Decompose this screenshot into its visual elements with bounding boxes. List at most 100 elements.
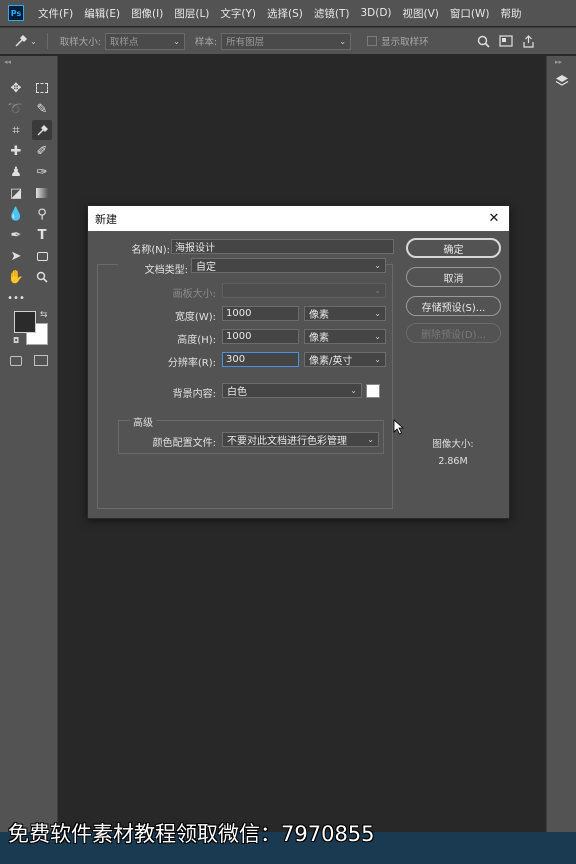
show-ring-checkbox[interactable] <box>367 36 378 46</box>
menu-view[interactable]: 视图(V) <box>403 6 439 21</box>
chevron-down-icon: ⌄ <box>339 36 347 46</box>
brush-tool-icon[interactable]: ✐ <box>32 141 52 161</box>
menu-filter[interactable]: 滤镜(T) <box>314 6 350 21</box>
watermark-text: 免费软件素材教程领取微信：7970855 <box>8 822 375 846</box>
marquee-tool-icon[interactable] <box>32 78 52 98</box>
rectangle-tool-icon[interactable] <box>32 246 52 266</box>
mouse-cursor-icon <box>393 419 405 439</box>
type-tool-icon[interactable]: T <box>32 225 52 245</box>
sample-dropdown[interactable]: 所有图层 ⌄ <box>221 32 352 50</box>
color-profile-label: 颜色配置文件: <box>152 438 216 449</box>
background-contents-label: 背景内容: <box>172 389 216 400</box>
blur-tool-icon[interactable]: 💧 <box>6 204 26 224</box>
clone-stamp-tool-icon[interactable]: ♟ <box>6 162 26 182</box>
chevron-down-icon: ⌄ <box>374 309 381 318</box>
swap-colors-icon[interactable]: ⇆ <box>40 310 48 320</box>
divider <box>46 33 48 49</box>
gradient-tool-icon[interactable] <box>32 183 52 203</box>
history-brush-tool-icon[interactable]: ✑ <box>32 162 52 182</box>
dodge-tool-icon[interactable]: ⚲ <box>32 204 52 224</box>
photoshop-logo[interactable]: Ps <box>8 5 24 21</box>
menu-window[interactable]: 窗口(W) <box>450 6 490 21</box>
eraser-tool-icon[interactable]: ◪ <box>6 183 26 203</box>
menu-select[interactable]: 选择(S) <box>267 6 303 21</box>
show-ring-label: 显示取样环 <box>381 37 429 48</box>
foreground-color-swatch[interactable] <box>14 311 36 333</box>
width-input[interactable]: 1000 <box>222 306 299 321</box>
chevron-down-icon: ⌄ <box>367 435 374 444</box>
color-profile-dropdown[interactable]: 不要对此文档进行色彩管理 ⌄ <box>222 432 379 447</box>
resolution-label: 分辨率(R): <box>167 358 216 369</box>
eyedropper-icon[interactable] <box>14 34 28 48</box>
document-type-dropdown[interactable]: 自定 ⌄ <box>191 258 386 273</box>
background-contents-value: 白色 <box>227 387 247 398</box>
healing-brush-tool-icon[interactable]: ✚ <box>6 141 26 161</box>
menu-edit[interactable]: 编辑(E) <box>84 6 120 21</box>
more-tools-icon[interactable]: ••• <box>6 288 26 308</box>
document-type-value: 自定 <box>196 262 216 273</box>
collapse-panel-icon[interactable]: ◂◂ <box>4 58 11 66</box>
move-tool-icon[interactable]: ✥ <box>6 78 26 98</box>
tools-panel: ◂◂ ✥ ➰ ✎ ⌗ ✚ ✐ ♟ ✑ ◪ 💧 ⚲ ✒ T ➤ ✋ ••• ⇆ ◘ <box>0 56 58 832</box>
menu-help[interactable]: 帮助 <box>501 6 522 21</box>
dialog-title: 新建 <box>95 212 117 226</box>
background-contents-dropdown[interactable]: 白色 ⌄ <box>222 383 362 398</box>
close-icon[interactable]: ✕ <box>485 209 503 227</box>
expand-panels-icon[interactable]: ▸▸ <box>555 58 562 66</box>
sample-size-dropdown[interactable]: 取样点 ⌄ <box>104 32 185 50</box>
menu-file[interactable]: 文件(F) <box>38 6 73 21</box>
sample-size-value: 取样点 <box>109 37 139 48</box>
resolution-unit-dropdown[interactable]: 像素/英寸 ⌄ <box>304 352 386 367</box>
width-unit-dropdown[interactable]: 像素 ⌄ <box>304 306 386 321</box>
document-type-label: 文档类型: <box>118 261 190 276</box>
menu-3d[interactable]: 3D(D) <box>360 7 391 19</box>
pen-tool-icon[interactable]: ✒ <box>6 225 26 245</box>
chevron-down-icon: ⌄ <box>173 36 180 46</box>
zoom-tool-icon[interactable] <box>32 267 52 287</box>
sample-label: 样本: <box>194 37 218 48</box>
options-bar: ⌄ 取样大小: 取样点 ⌄ 样本: 所有图层 ⌄ 显示取样环 <box>0 27 576 54</box>
cancel-button[interactable]: 取消 <box>406 267 501 287</box>
menu-image[interactable]: 图像(I) <box>131 6 163 21</box>
quick-mask-icon[interactable] <box>10 356 22 366</box>
menu-layer[interactable]: 图层(L) <box>174 6 209 21</box>
layers-icon[interactable] <box>553 72 571 90</box>
screen-mode-icon[interactable] <box>34 355 48 366</box>
name-input[interactable]: 海报设计 <box>171 239 394 254</box>
hand-tool-icon[interactable]: ✋ <box>6 267 26 287</box>
ok-button[interactable]: 确定 <box>406 238 501 258</box>
new-document-dialog: 新建 ✕ 名称(N): 海报设计 文档类型: 自定 ⌄ 画板大小: ⌄ 宽度(W… <box>87 205 510 519</box>
chevron-down-icon: ⌄ <box>374 355 381 364</box>
artboard-size-label: 画板大小: <box>172 289 216 300</box>
lasso-tool-icon[interactable]: ➰ <box>6 99 26 119</box>
delete-preset-button[interactable]: 删除预设(D)... <box>406 323 501 343</box>
eyedropper-tool-icon[interactable] <box>32 120 52 140</box>
save-preset-button[interactable]: 存储预设(S)... <box>406 296 501 316</box>
width-unit-value: 像素 <box>309 310 329 321</box>
crop-tool-icon[interactable]: ⌗ <box>6 120 26 140</box>
menu-type[interactable]: 文字(Y) <box>220 6 256 21</box>
chevron-down-icon: ⌄ <box>374 332 381 341</box>
height-input[interactable]: 1000 <box>222 329 299 344</box>
default-colors-icon[interactable]: ◘ <box>13 336 19 345</box>
sample-value: 所有图层 <box>226 37 265 48</box>
dialog-title-bar: 新建 ✕ <box>88 206 509 231</box>
menu-bar: Ps 文件(F) 编辑(E) 图像(I) 图层(L) 文字(Y) 选择(S) 滤… <box>0 0 576 26</box>
chevron-down-icon: ⌄ <box>374 261 381 270</box>
color-profile-value: 不要对此文档进行色彩管理 <box>227 436 347 447</box>
panel-dock: ▸▸ <box>546 56 576 832</box>
workspace-icon[interactable] <box>499 35 513 47</box>
resolution-input[interactable]: 300 <box>222 352 299 367</box>
tool-preset-chevron-icon[interactable]: ⌄ <box>30 37 37 46</box>
quick-selection-tool-icon[interactable]: ✎ <box>32 99 52 119</box>
share-icon[interactable] <box>522 34 535 48</box>
artboard-size-dropdown[interactable]: ⌄ <box>222 283 386 298</box>
width-label: 宽度(W): <box>174 312 216 323</box>
search-icon[interactable] <box>477 35 490 48</box>
background-color-swatch[interactable] <box>366 384 380 398</box>
photoshop-window: Ps 文件(F) 编辑(E) 图像(I) 图层(L) 文字(Y) 选择(S) 滤… <box>0 0 576 864</box>
path-selection-tool-icon[interactable]: ➤ <box>6 246 26 266</box>
image-size-value: 2.86M <box>438 456 468 467</box>
name-label: 名称(N): <box>131 245 170 256</box>
height-unit-dropdown[interactable]: 像素 ⌄ <box>304 329 386 344</box>
